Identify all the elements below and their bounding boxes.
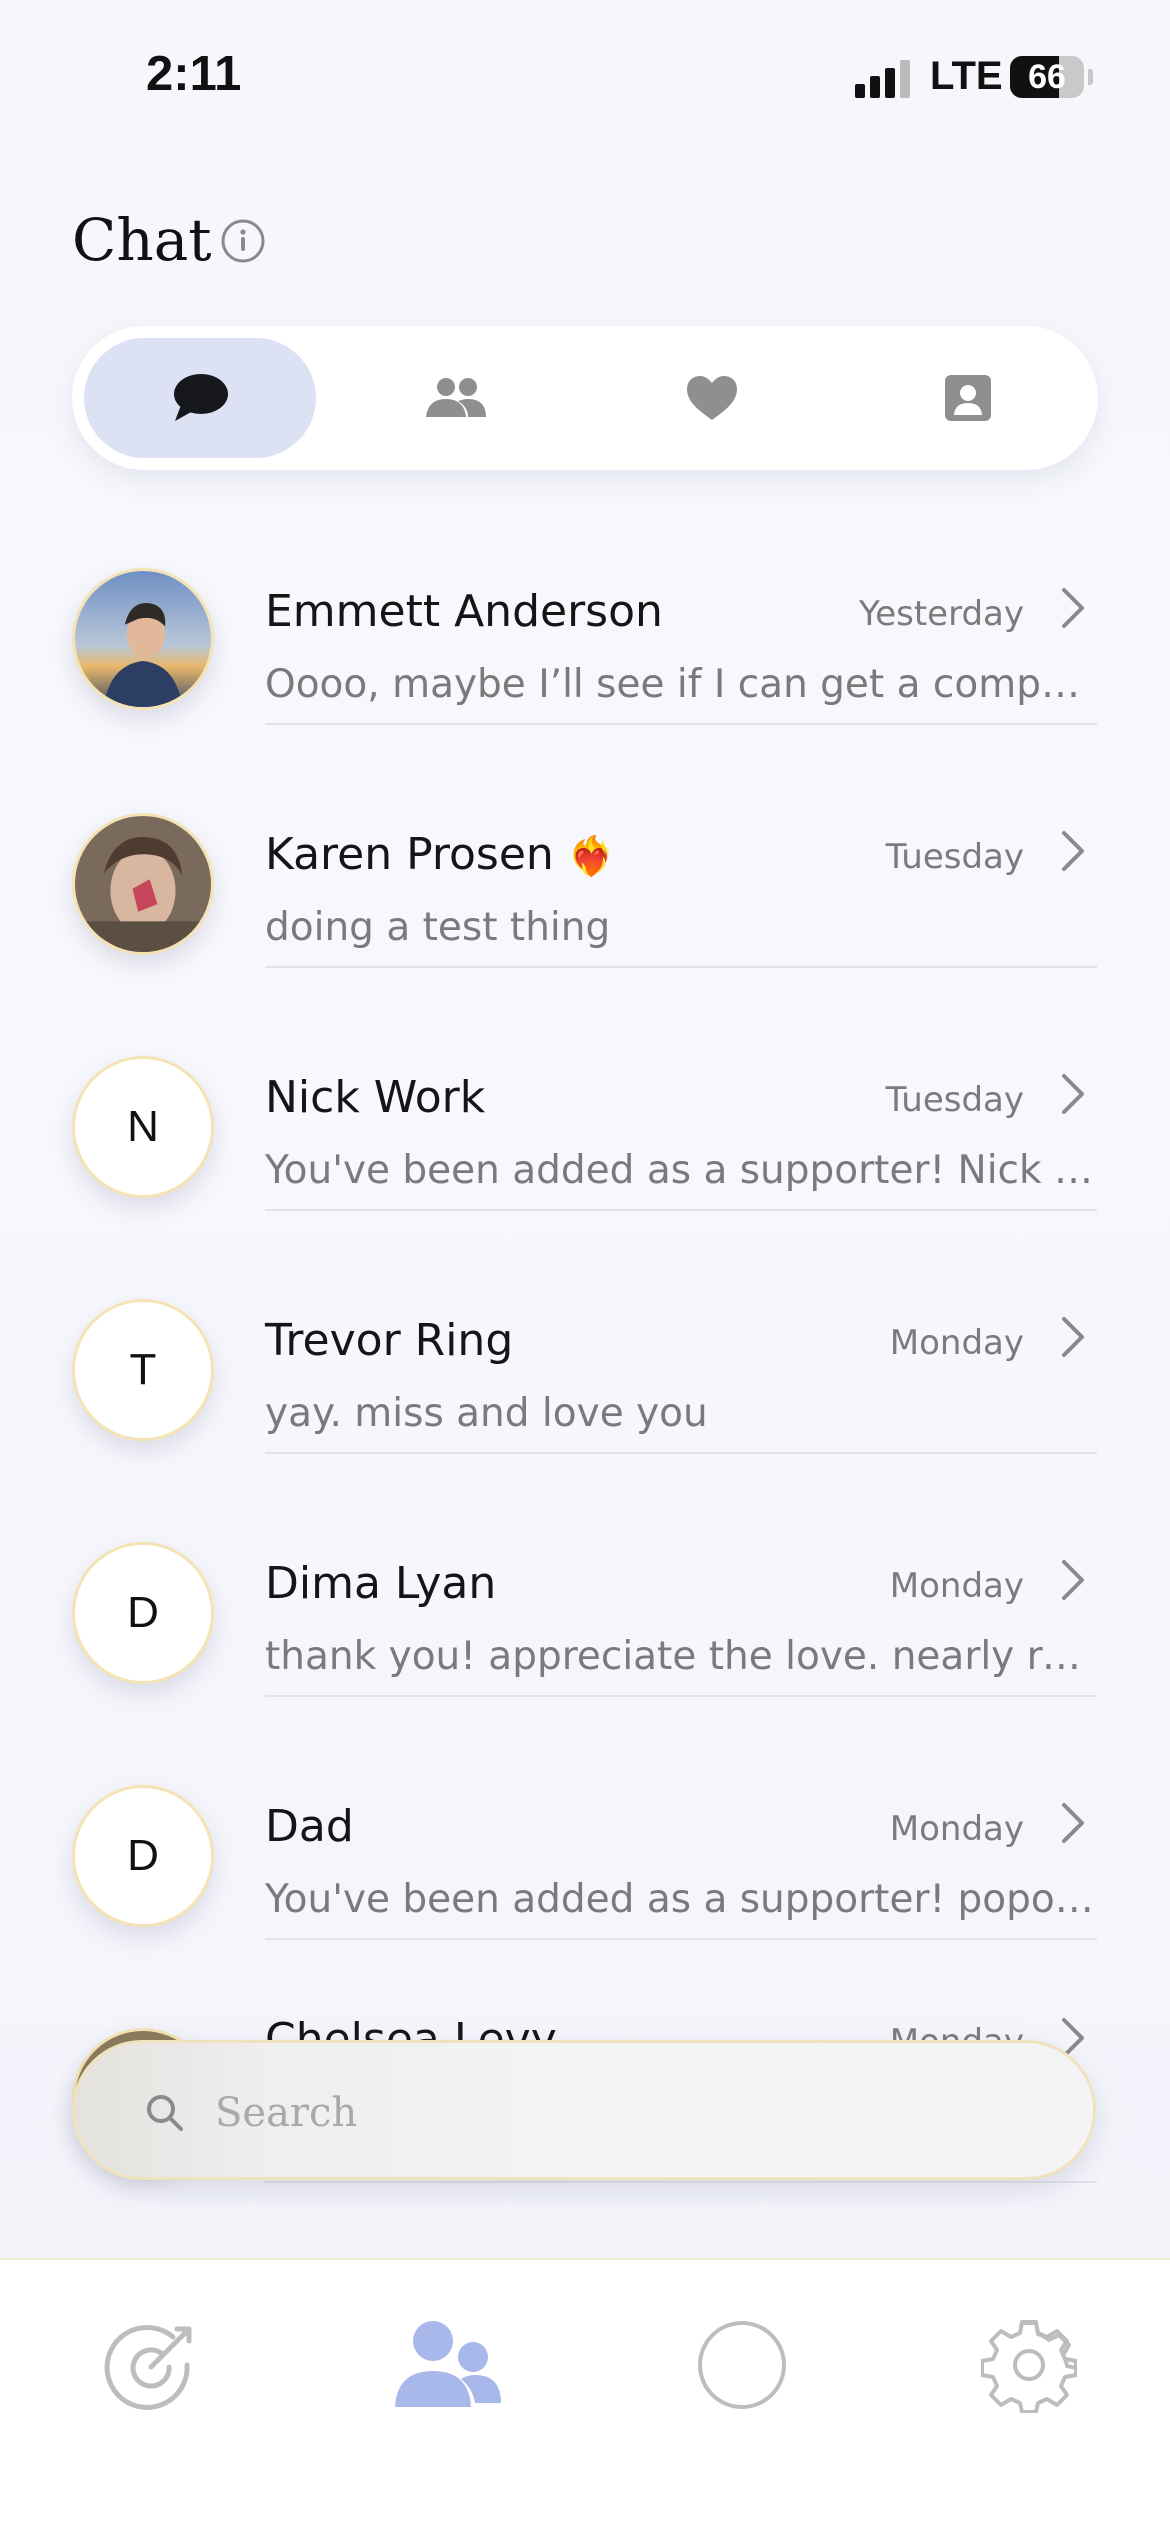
divider	[265, 1695, 1097, 1697]
message-preview: thank you! appreciate the love. nearly r…	[265, 1634, 1097, 1679]
contact-name-text: Karen Prosen	[265, 829, 554, 880]
chevron-right-icon	[1062, 1317, 1084, 1357]
chat-bubble-icon	[174, 374, 228, 421]
circle-icon	[698, 2321, 786, 2409]
avatar-initial: D	[127, 1831, 159, 1880]
divider	[265, 1938, 1097, 1940]
tab-bar	[72, 326, 1098, 470]
avatar-initial: N	[127, 1102, 159, 1151]
chevron-right-icon	[1062, 831, 1084, 871]
avatar-initial: D	[127, 1588, 159, 1637]
nav-goals[interactable]	[86, 2300, 216, 2430]
contact-name: Dad	[265, 1801, 354, 1852]
avatar: D	[72, 1542, 214, 1684]
timestamp: Tuesday	[885, 1080, 1024, 1120]
timestamp: Monday	[889, 1323, 1024, 1363]
signal-strength-icon	[855, 58, 913, 98]
avatar	[72, 813, 214, 955]
chat-row-karen-prosen[interactable]: Karen Prosen ❤️‍🔥 Tuesday doing a test t…	[0, 783, 1170, 1026]
chat-row-dima-lyan[interactable]: D Dima Lyan Monday thank you! appreciate…	[0, 1512, 1170, 1755]
divider	[265, 1209, 1097, 1211]
battery-icon: 66	[1010, 56, 1084, 98]
avatar: N	[72, 1056, 214, 1198]
avatar	[72, 568, 214, 710]
status-time: 2:11	[146, 47, 242, 101]
search-bar[interactable]	[72, 2040, 1096, 2180]
chat-row-nick-work[interactable]: N Nick Work Tuesday You've been added as…	[0, 1026, 1170, 1269]
tab-groups[interactable]	[340, 338, 572, 458]
battery-percent: 66	[1028, 58, 1066, 96]
info-circle-icon[interactable]	[220, 218, 266, 264]
contact-card-icon	[945, 375, 991, 421]
timestamp: Monday	[889, 1809, 1024, 1849]
page-title: Chat	[72, 206, 212, 274]
timestamp: Tuesday	[885, 837, 1024, 877]
gear-icon	[981, 2320, 1077, 2413]
avatar-photo	[75, 571, 211, 707]
tab-favorites[interactable]	[596, 338, 828, 458]
heart-on-fire-emoji: ❤️‍🔥	[567, 834, 616, 878]
contact-name: Trevor Ring	[265, 1315, 514, 1366]
avatar: D	[72, 1785, 214, 1927]
chevron-right-icon	[1062, 1560, 1084, 1600]
contact-name: Emmett Anderson	[265, 586, 663, 637]
message-preview: doing a test thing	[265, 905, 611, 950]
nav-circle[interactable]	[677, 2300, 807, 2430]
divider	[265, 723, 1097, 725]
contact-name: Karen Prosen ❤️‍🔥	[265, 829, 615, 880]
chat-row-emmett-anderson[interactable]: Emmett Anderson Yesterday Oooo, maybe I’…	[0, 540, 1170, 783]
contact-name: Dima Lyan	[265, 1558, 497, 1609]
search-input[interactable]	[215, 2073, 1035, 2153]
message-preview: You've been added as a supporter! popo w…	[265, 1877, 1097, 1922]
avatar-initial: T	[129, 1345, 157, 1394]
bottom-nav	[0, 2258, 1170, 2532]
contact-name: Nick Work	[265, 1072, 486, 1123]
chevron-right-icon	[1062, 1074, 1084, 1114]
chat-row-trevor-ring[interactable]: T Trevor Ring Monday yay. miss and love …	[0, 1269, 1170, 1512]
network-type: LTE	[930, 54, 1003, 98]
divider	[265, 966, 1097, 968]
timestamp: Monday	[889, 1566, 1024, 1606]
message-preview: You've been added as a supporter! Nick w…	[265, 1148, 1097, 1193]
timestamp: Yesterday	[858, 594, 1024, 634]
chat-screen: 2:11 LTE 66 Chat Emmett Anderson Yesterd…	[0, 0, 1170, 2532]
tab-chats[interactable]	[84, 338, 316, 458]
chevron-right-icon	[1062, 1803, 1084, 1843]
people-icon	[426, 378, 486, 417]
nav-settings[interactable]	[964, 2300, 1094, 2430]
status-bar: 2:11 LTE 66	[0, 0, 1170, 150]
avatar: T	[72, 1299, 214, 1441]
search-icon	[147, 2095, 183, 2131]
heart-icon	[687, 376, 737, 420]
nav-people[interactable]	[383, 2300, 513, 2430]
target-arrow-icon	[104, 2325, 192, 2410]
divider	[265, 1452, 1097, 1454]
tab-contacts[interactable]	[852, 338, 1084, 458]
people-icon	[395, 2321, 501, 2407]
avatar-photo	[75, 816, 211, 952]
chevron-right-icon	[1062, 588, 1084, 628]
chat-row-dad[interactable]: D Dad Monday You've been added as a supp…	[0, 1755, 1170, 1998]
message-preview: yay. miss and love you	[265, 1391, 708, 1436]
message-preview: Oooo, maybe I’ll see if I can get a comp…	[265, 662, 1097, 707]
battery-nub	[1088, 69, 1093, 85]
divider	[265, 2181, 1097, 2183]
